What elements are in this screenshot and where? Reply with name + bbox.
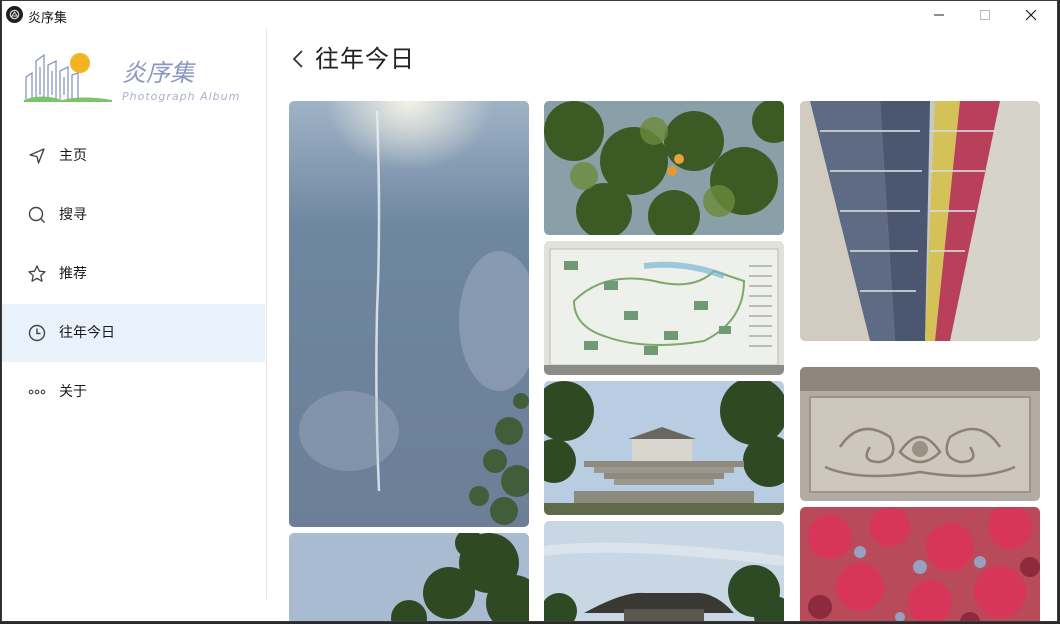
minimize-icon bbox=[934, 14, 944, 16]
logo-subtitle: Photograph Album bbox=[122, 90, 240, 103]
sidebar-item-home[interactable]: 主页 bbox=[2, 127, 265, 185]
more-dots-icon bbox=[28, 389, 46, 395]
app-window: 炎序集 炎序集 Photograph Album 主页 搜寻 推荐 往年今日 关… bbox=[1, 0, 1058, 622]
photo-pavilion[interactable] bbox=[544, 521, 784, 621]
logo-name: 炎序集 bbox=[122, 59, 196, 87]
photo-green-tree[interactable] bbox=[289, 533, 529, 621]
sidebar-item-search[interactable]: 搜寻 bbox=[2, 186, 265, 244]
minimize-button[interactable] bbox=[916, 1, 962, 29]
photo-bridge-underside[interactable] bbox=[800, 101, 1040, 341]
sidebar-item-label: 推荐 bbox=[59, 266, 87, 282]
photo-orange-tree[interactable] bbox=[544, 101, 784, 235]
sidebar-item-label: 往年今日 bbox=[59, 325, 115, 341]
app-logo: 炎序集 Photograph Album bbox=[22, 47, 252, 107]
navigation-arrow-icon bbox=[29, 148, 45, 164]
sidebar: 炎序集 Photograph Album 主页 搜寻 推荐 往年今日 关于 bbox=[2, 29, 266, 621]
title-bar[interactable]: 炎序集 bbox=[2, 1, 1057, 29]
app-logo-icon bbox=[6, 6, 23, 23]
close-button[interactable] bbox=[1008, 1, 1054, 29]
window-title: 炎序集 bbox=[28, 11, 68, 26]
photo-stone-carving[interactable] bbox=[800, 367, 1040, 501]
close-icon bbox=[1025, 9, 1037, 21]
maximize-icon bbox=[980, 10, 990, 20]
sidebar-item-on-this-day[interactable]: 往年今日 bbox=[2, 304, 265, 362]
back-button[interactable] bbox=[289, 45, 309, 73]
photo-red-maple[interactable] bbox=[800, 507, 1040, 621]
main-content: 往年今日 bbox=[267, 29, 1057, 621]
page-title: 往年今日 bbox=[315, 45, 415, 73]
search-icon bbox=[28, 206, 45, 223]
chevron-left-icon bbox=[292, 50, 303, 68]
sidebar-item-recommend[interactable]: 推荐 bbox=[2, 245, 265, 303]
sidebar-item-label: 主页 bbox=[59, 148, 87, 164]
sidebar-item-about[interactable]: 关于 bbox=[2, 363, 265, 421]
photo-stone-stairs[interactable] bbox=[544, 381, 784, 515]
photo-park-map[interactable] bbox=[544, 241, 784, 375]
sidebar-item-label: 关于 bbox=[59, 384, 87, 400]
maximize-button[interactable] bbox=[962, 1, 1008, 29]
sidebar-item-label: 搜寻 bbox=[59, 207, 87, 223]
star-icon bbox=[28, 265, 46, 282]
clock-icon bbox=[28, 324, 46, 342]
photo-sky-contrail[interactable] bbox=[289, 101, 529, 527]
